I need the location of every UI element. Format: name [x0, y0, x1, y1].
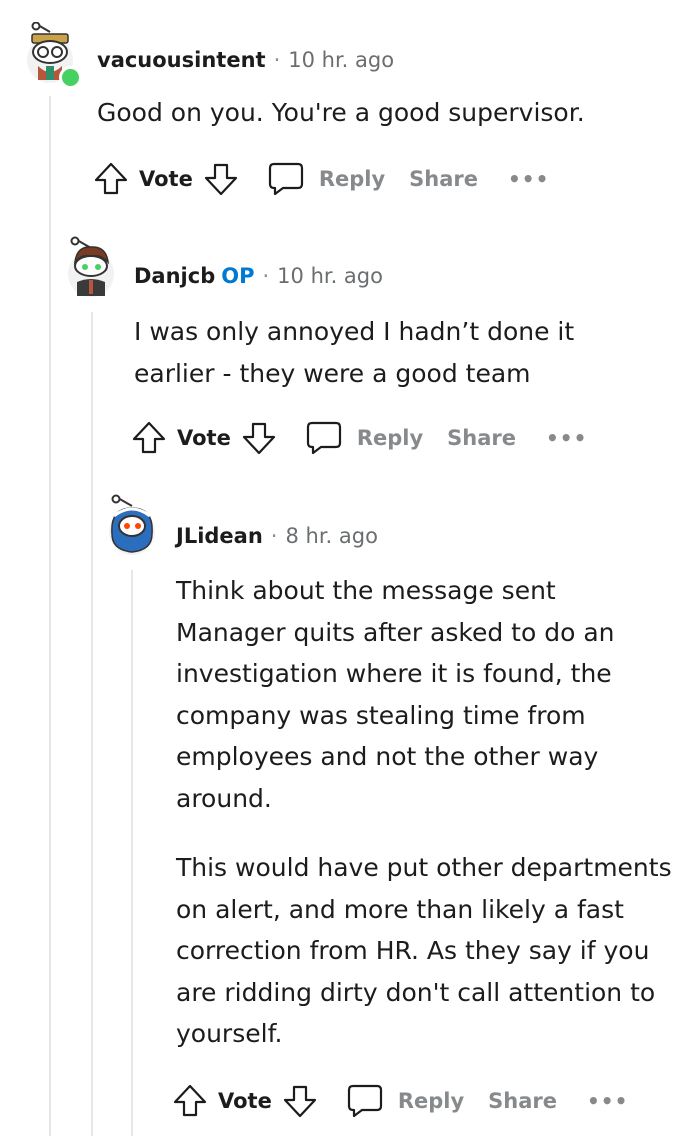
downvote-icon[interactable] [241, 420, 277, 456]
reply-button[interactable]: Reply [398, 1089, 464, 1113]
more-options-icon[interactable]: ••• [508, 167, 549, 191]
comment-actions: Vote Reply Share ••• [93, 158, 549, 200]
chat-bubble-icon[interactable] [346, 1083, 384, 1119]
meta-separator: · [273, 48, 281, 72]
share-button[interactable]: Share [488, 1089, 557, 1113]
comment-meta: vacuousintent · 10 hr. ago [97, 46, 394, 74]
online-status-icon [59, 66, 82, 89]
downvote-icon[interactable] [282, 1083, 318, 1119]
thread-line[interactable] [91, 312, 93, 1136]
reply-button[interactable]: Reply [357, 426, 423, 450]
upvote-icon[interactable] [172, 1083, 208, 1119]
meta-separator: · [262, 264, 270, 288]
more-options-icon[interactable]: ••• [546, 426, 587, 450]
timestamp[interactable]: 10 hr. ago [277, 264, 383, 288]
comment-meta: JLidean · 8 hr. ago [176, 522, 378, 550]
comment-paragraph: This would have put other departments on… [176, 853, 672, 1048]
comment-meta: Danjcb OP · 10 hr. ago [134, 262, 383, 290]
chat-bubble-icon[interactable] [305, 420, 343, 456]
meta-separator: · [270, 524, 278, 548]
thread-line[interactable] [49, 96, 51, 1136]
username[interactable]: JLidean [176, 524, 263, 548]
comment-body: Good on you. You're a good supervisor. [97, 92, 677, 134]
timestamp[interactable]: 10 hr. ago [288, 48, 394, 72]
more-options-icon[interactable]: ••• [587, 1089, 628, 1113]
op-badge: OP [221, 264, 255, 288]
comment-paragraph: Good on you. You're a good supervisor. [97, 98, 585, 127]
comment-body: Think about the message sent Manager qui… [176, 570, 672, 1055]
share-button[interactable]: Share [409, 167, 478, 191]
comment-paragraph: I was only annoyed I hadn’t done it earl… [134, 317, 575, 388]
username[interactable]: vacuousintent [97, 48, 266, 72]
upvote-icon[interactable] [93, 161, 129, 197]
share-button[interactable]: Share [447, 426, 516, 450]
comment-body: I was only annoyed I hadn’t done it earl… [134, 311, 604, 394]
chat-bubble-icon[interactable] [267, 161, 305, 197]
comment-actions: Vote Reply Share ••• [131, 417, 587, 459]
vote-label: Vote [218, 1089, 272, 1113]
avatar[interactable] [104, 494, 162, 556]
upvote-icon[interactable] [131, 420, 167, 456]
vote-label: Vote [177, 426, 231, 450]
downvote-icon[interactable] [203, 161, 239, 197]
username[interactable]: Danjcb [134, 264, 215, 288]
timestamp[interactable]: 8 hr. ago [285, 524, 377, 548]
avatar[interactable] [63, 236, 121, 298]
thread-line[interactable] [131, 570, 133, 1136]
comment-actions: Vote Reply Share ••• [172, 1080, 628, 1122]
vote-label: Vote [139, 167, 193, 191]
reply-button[interactable]: Reply [319, 167, 385, 191]
comment-paragraph: Think about the message sent Manager qui… [176, 576, 615, 813]
